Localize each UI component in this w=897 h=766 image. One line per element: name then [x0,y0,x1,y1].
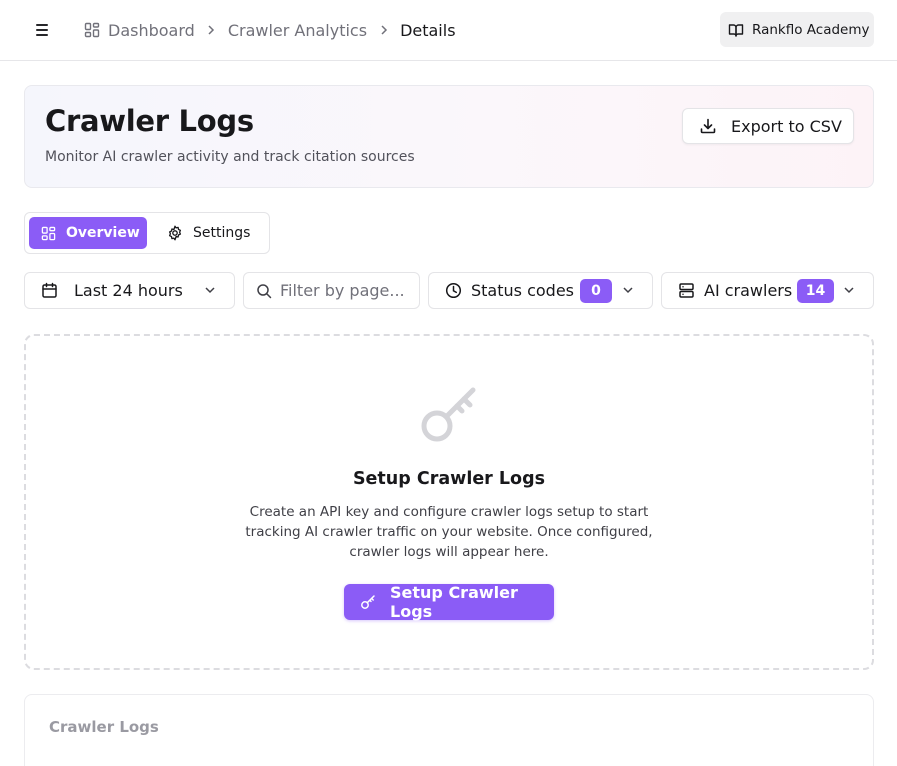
calendar-icon [41,282,58,299]
status-codes-count-badge: 0 [580,279,612,303]
search-icon [256,283,272,299]
section-title: Crawler Logs [49,718,159,736]
page-header: Crawler Logs Monitor AI crawler activity… [24,85,874,188]
status-codes-label: Status codes [471,281,574,300]
dashboard-grid-icon [41,226,56,241]
key-icon [360,594,376,610]
page-subtitle: Monitor AI crawler activity and track ci… [45,149,415,165]
tab-settings[interactable]: Settings [161,217,265,249]
menu-icon[interactable] [34,22,50,38]
gear-icon [167,225,183,241]
empty-state-description: Create an API key and configure crawler … [245,504,653,560]
tab-label: Overview [66,225,140,241]
export-label: Export to CSV [731,116,842,136]
crawler-logs-section: Crawler Logs [24,694,874,766]
breadcrumb-label: Dashboard [108,20,195,40]
export-csv-button[interactable]: Export to CSV [682,108,854,144]
page-filter-input[interactable] [280,281,420,300]
chevron-down-icon [621,283,635,297]
breadcrumb-details: Details [400,21,455,40]
server-icon [678,282,695,299]
breadcrumb-label: Details [400,20,456,40]
tab-label: Settings [193,225,251,241]
setup-button-label: Setup Crawler Logs [390,583,518,621]
tab-overview[interactable]: Overview [29,217,147,249]
page-title: Crawler Logs [45,104,254,138]
dashboard-grid-icon [84,22,100,38]
academy-label: Rankflo Academy [752,21,870,38]
top-bar: Dashboard Crawler Analytics Details Rank… [0,0,897,61]
breadcrumb-label: Crawler Analytics [227,20,368,40]
clock-icon [445,282,462,299]
chevron-right-icon [195,24,228,36]
empty-state-title: Setup Crawler Logs [352,469,546,489]
download-icon [699,117,717,135]
ai-crawlers-count-badge: 14 [797,279,834,303]
status-codes-select[interactable]: Status codes 0 [428,272,653,309]
breadcrumb-crawler-analytics[interactable]: Crawler Analytics [228,21,367,40]
breadcrumb: Dashboard Crawler Analytics Details [84,18,456,42]
breadcrumb-dashboard[interactable]: Dashboard [84,21,195,40]
ai-crawlers-select[interactable]: AI crawlers 14 [661,272,874,309]
date-range-select[interactable]: Last 24 hours [24,272,235,309]
book-open-icon [728,22,744,38]
academy-button[interactable]: Rankflo Academy [720,12,874,47]
chevron-right-icon [367,24,400,36]
date-range-value: Last 24 hours [74,281,183,300]
key-icon [419,386,479,448]
page-filter-field[interactable] [243,272,420,309]
chevron-down-icon [203,283,217,297]
view-tabs: Overview Settings [24,212,270,254]
empty-state-panel: Setup Crawler Logs Create an API key and… [24,334,874,670]
ai-crawlers-label: AI crawlers [704,281,793,300]
setup-crawler-logs-button[interactable]: Setup Crawler Logs [344,583,554,621]
chevron-down-icon [842,283,856,297]
